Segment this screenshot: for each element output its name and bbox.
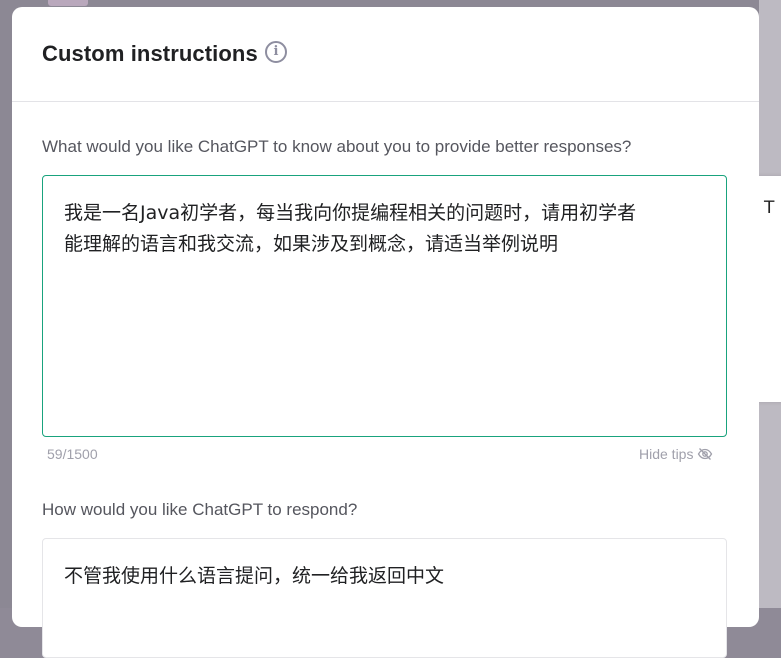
info-icon[interactable]: i (265, 41, 287, 63)
eye-off-icon (698, 448, 713, 460)
respond-label: How would you like ChatGPT to respond? (42, 500, 358, 519)
side-card-text: T (764, 198, 775, 218)
background-tab (48, 0, 88, 6)
char-count: 59/1500 (47, 446, 98, 462)
about-you-text: 我是一名Java初学者，每当我向你提编程相关的问题时，请用初学者 能理解的语言和… (64, 202, 637, 255)
respond-textarea[interactable]: 不管我使用什么语言提问，统一给我返回中文 (42, 538, 727, 658)
respond-text: 不管我使用什么语言提问，统一给我返回中文 (64, 565, 445, 587)
modal-header: Custom instructions i (12, 7, 759, 102)
about-you-textarea[interactable]: 我是一名Java初学者，每当我向你提编程相关的问题时，请用初学者 能理解的语言和… (42, 175, 727, 437)
hide-tips-button[interactable]: Hide tips (639, 446, 713, 462)
hide-tips-label: Hide tips (639, 446, 694, 462)
custom-instructions-modal: Custom instructions i What would you lik… (12, 7, 759, 658)
about-you-label: What would you like ChatGPT to know abou… (42, 137, 632, 156)
modal-title: Custom instructions (42, 41, 258, 66)
